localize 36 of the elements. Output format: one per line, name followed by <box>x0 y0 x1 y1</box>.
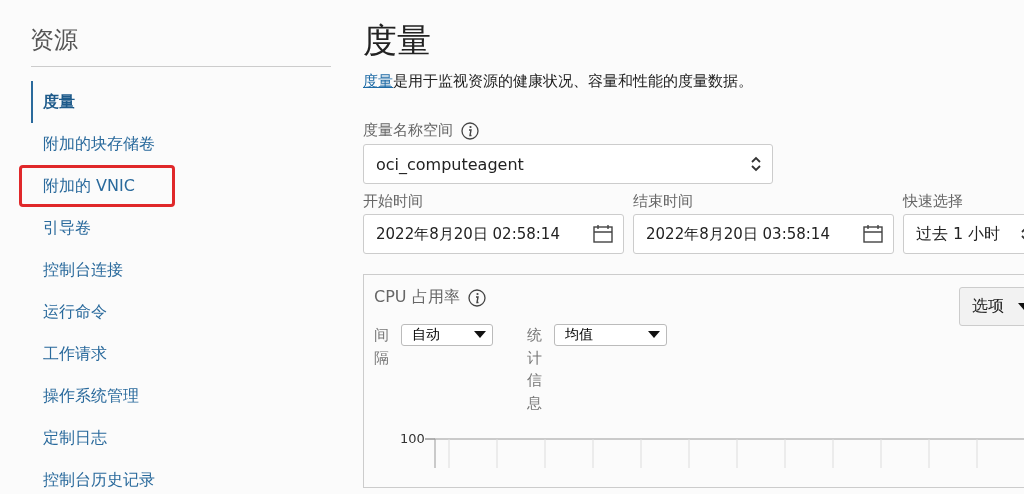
chart-title: CPU 占用率 <box>374 287 460 308</box>
options-button[interactable]: 选项 <box>959 287 1024 326</box>
field-label: 开始时间 <box>363 192 424 211</box>
field-label: 间隔 <box>374 325 389 369</box>
field-label: 快速选择 <box>903 192 964 211</box>
sidebar-link[interactable]: 工作请求 <box>31 333 117 375</box>
calendar-icon <box>593 225 613 243</box>
caret-icon <box>648 331 660 339</box>
sidebar-heading: 资源 <box>30 25 78 56</box>
info-icon <box>467 288 486 307</box>
date-field[interactable]: 2022年8月20日 03:58:14 <box>633 214 894 254</box>
sidebar-link[interactable]: 引导卷 <box>31 207 101 249</box>
sidebar-link[interactable]: 度量 <box>31 81 85 123</box>
description-text: 度量是用于监视资源的健康状况、容量和性能的度量数据。 <box>363 72 754 91</box>
caret-icon <box>474 331 486 339</box>
field-label: 统计信息 <box>527 325 542 414</box>
sidebar-link[interactable]: 控制台历史记录 <box>31 459 165 494</box>
info-icon <box>461 121 479 140</box>
calendar-icon <box>863 225 883 243</box>
sidebar-link[interactable]: 操作系统管理 <box>31 375 149 417</box>
interval-select[interactable]: 自动 <box>401 324 493 346</box>
sidebar-link[interactable]: 附加的 VNIC <box>19 165 175 207</box>
field-label: 度量名称空间 <box>363 121 453 140</box>
sidebar-link[interactable]: 运行命令 <box>31 291 117 333</box>
quick-select[interactable]: 过去 1 小时 <box>903 214 1024 254</box>
sidebar-link[interactable]: 附加的块存储卷 <box>31 123 165 165</box>
axis-tick-label: 100 <box>400 432 425 446</box>
page-title: 度量 <box>363 19 432 62</box>
date-field[interactable]: 2022年8月20日 02:58:14 <box>363 214 624 254</box>
sidebar-link[interactable]: 定制日志 <box>31 417 117 459</box>
statistic-select[interactable]: 均值 <box>554 324 667 346</box>
field-label: 结束时间 <box>633 192 694 211</box>
sidebar-link[interactable]: 控制台连接 <box>31 249 133 291</box>
namespace-select[interactable]: oci_computeagent <box>363 144 773 184</box>
description-link[interactable]: 度量 <box>363 72 393 90</box>
up-down-caret-icon <box>750 155 762 173</box>
